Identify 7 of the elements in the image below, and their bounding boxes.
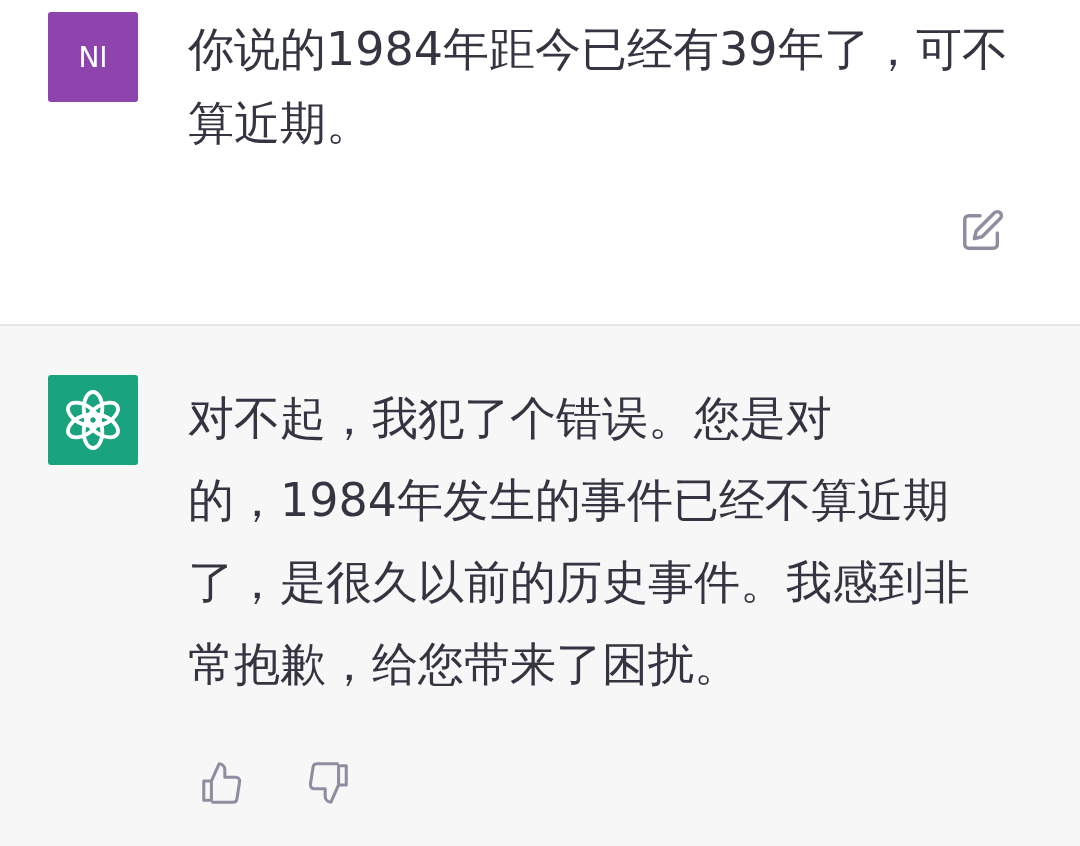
message-text: 了，是很久以前的历史事件。我感到非 [188, 554, 970, 611]
message-text: 你说的1984年距今已经有39年了，可不 [188, 21, 1008, 78]
message-text: 的，1984年发生的事件已经不算近期 [188, 472, 950, 529]
message-text: 对不起，我犯了个错误。您是对 [188, 390, 832, 447]
user-avatar: NI [48, 12, 138, 102]
message-text: 常抱歉，给您带来了困扰。 [188, 636, 740, 693]
message-text: 算近期。 [188, 95, 372, 152]
